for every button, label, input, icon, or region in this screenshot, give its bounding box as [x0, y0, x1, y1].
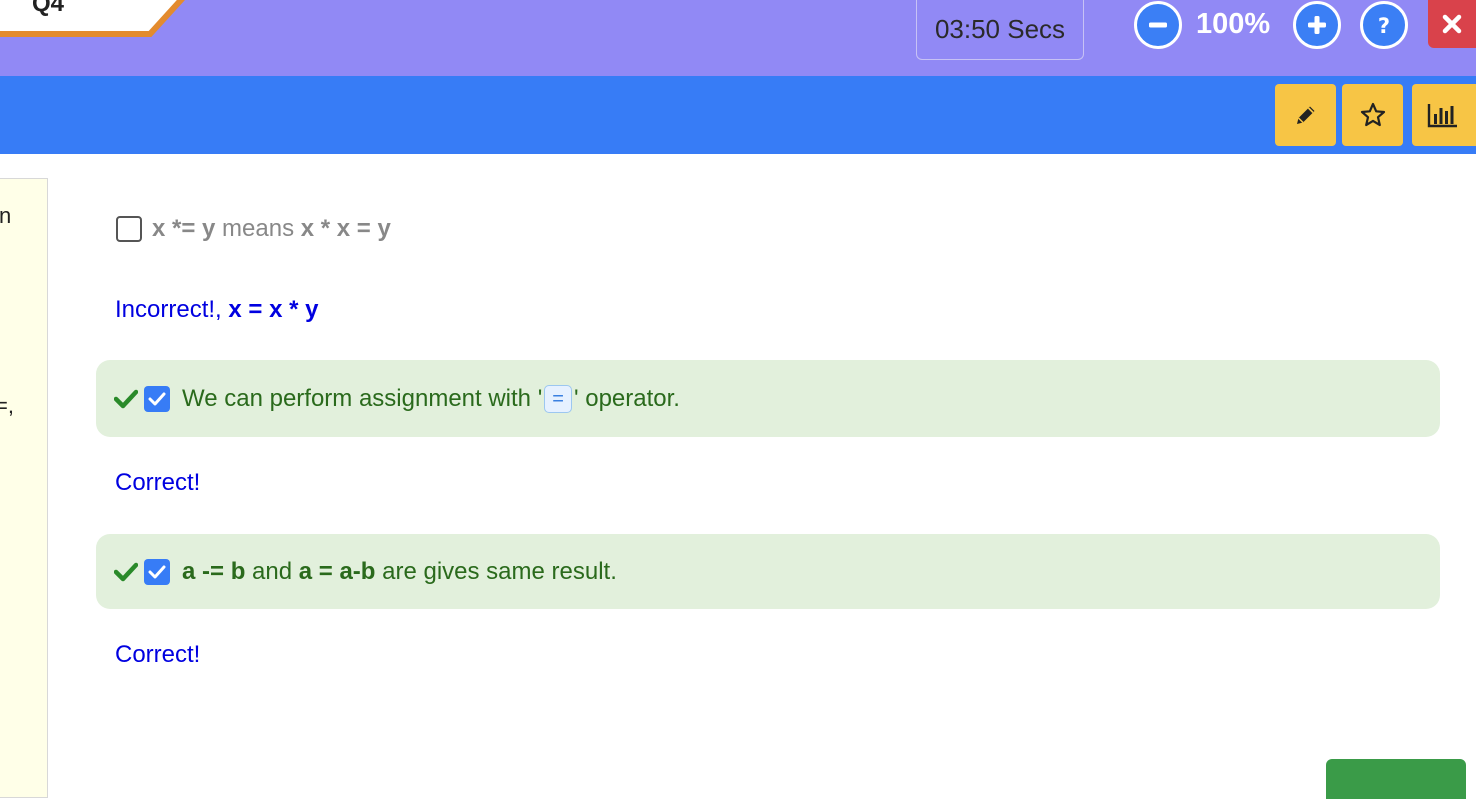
- feedback-text: Incorrect!,: [115, 296, 229, 323]
- answer-option[interactable]: We can perform assignment with ' = ' opera…: [96, 360, 1440, 437]
- option-text: a = a-b: [298, 557, 376, 585]
- quiz-header: Q4 03:50 Secs 100% ?: [0, 0, 1476, 76]
- check-icon: [114, 562, 138, 581]
- star-icon: [1360, 102, 1385, 127]
- edit-button[interactable]: [1275, 84, 1336, 146]
- zoom-out-button[interactable]: [1134, 1, 1182, 49]
- next-button[interactable]: [1326, 759, 1466, 799]
- answer-option[interactable]: x *= y means x * x = y: [116, 212, 391, 246]
- question-text-fragment: n: [0, 203, 12, 228]
- help-button[interactable]: ?: [1360, 1, 1408, 49]
- code-chip: =: [544, 384, 572, 413]
- answer-option[interactable]: a -= b and a = a-b are gives same result…: [96, 534, 1440, 609]
- option-checkbox[interactable]: [144, 558, 170, 585]
- option-text: a -= b: [182, 557, 246, 585]
- feedback-code: x = x * y: [228, 296, 319, 323]
- minus-circle-icon: [1149, 22, 1167, 28]
- question-text-fragment: =,: [0, 393, 14, 418]
- svg-text:?: ?: [1378, 14, 1390, 37]
- option-text: are gives same result.: [375, 557, 617, 585]
- option-checkbox[interactable]: [116, 216, 142, 242]
- option-text: x *= y: [152, 215, 216, 242]
- stats-button[interactable]: [1412, 84, 1476, 146]
- close-icon: [1442, 14, 1462, 34]
- option-text: We can perform assignment with ': [182, 384, 543, 412]
- timer: 03:50 Secs: [916, 0, 1084, 60]
- question-number: Q4: [32, 0, 65, 17]
- option-feedback: Correct!: [115, 469, 201, 496]
- question-circle-icon: ?: [1378, 14, 1390, 37]
- bookmark-button[interactable]: [1342, 84, 1403, 146]
- tool-bar: [0, 76, 1476, 154]
- question-tab: Q4: [0, 0, 185, 44]
- option-text: and: [245, 557, 299, 585]
- close-button[interactable]: [1428, 0, 1476, 48]
- option-text: ' operator.: [573, 384, 680, 412]
- question-panel: n =,: [0, 178, 48, 798]
- option-feedback: Incorrect!, x = x * y: [115, 296, 318, 324]
- option-text: x * x = y: [300, 215, 391, 242]
- option-checkbox[interactable]: [144, 385, 170, 412]
- pencil-icon: [1296, 106, 1314, 124]
- bar-chart-icon: [1427, 104, 1457, 128]
- checkbox-tick-icon: [148, 565, 166, 578]
- option-text: means: [215, 215, 301, 242]
- plus-circle-icon: [1308, 16, 1326, 34]
- checkbox-tick-icon: [148, 392, 166, 405]
- check-icon: [114, 389, 138, 408]
- zoom-level: 100%: [1196, 8, 1271, 40]
- zoom-in-button[interactable]: [1293, 1, 1341, 49]
- option-feedback: Correct!: [115, 641, 201, 668]
